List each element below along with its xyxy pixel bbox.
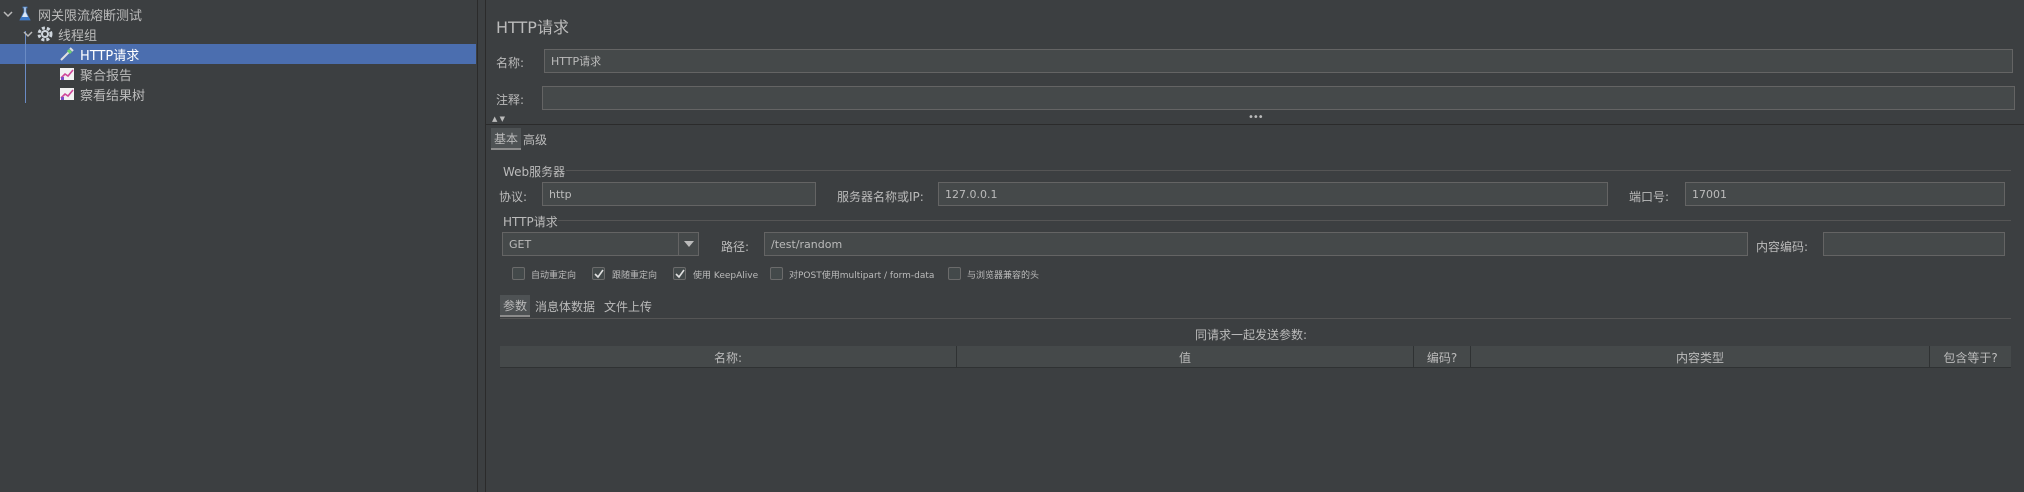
name-field-value: HTTP请求	[551, 55, 602, 68]
follow-redirect-checkbox[interactable]	[592, 267, 605, 280]
chart-icon	[58, 85, 76, 103]
gear-icon	[36, 25, 54, 43]
chevron-down-icon[interactable]	[20, 24, 36, 44]
tab-parameters[interactable]: 参数	[500, 295, 531, 317]
auto-redirect-label: 自动重定向	[531, 271, 577, 281]
method-select[interactable]: GET	[502, 232, 699, 256]
column-header-name[interactable]: 名称:	[500, 346, 957, 368]
checkmark-icon	[674, 269, 685, 278]
collapse-arrows-icon[interactable]: ▲ ▼	[492, 115, 505, 123]
http-request-group-title: HTTP请求	[503, 215, 558, 229]
column-header-include-equals[interactable]: 包含等于?	[1930, 346, 2011, 368]
keepalive-label: 使用 KeepAlive	[693, 271, 759, 281]
tab-advanced[interactable]: 高级	[520, 128, 550, 150]
protocol-field[interactable]: http	[542, 182, 816, 206]
tree-item-label: HTTP请求	[80, 48, 140, 64]
tree-item-results-tree[interactable]: 察看结果树	[58, 84, 145, 104]
tree-item-thread-group[interactable]: 线程组	[20, 24, 97, 44]
tree-item-label: 网关限流熔断测试	[38, 8, 143, 24]
server-field[interactable]: 127.0.0.1	[938, 182, 1608, 206]
encoding-label: 内容编码:	[1756, 240, 1809, 254]
name-field[interactable]: HTTP请求	[544, 49, 2013, 73]
name-label: 名称:	[496, 56, 525, 70]
comment-field[interactable]	[542, 86, 2015, 110]
comment-label: 注释:	[496, 93, 525, 107]
params-caption: 同请求一起发送参数:	[1195, 328, 1308, 342]
path-field[interactable]: /test/random	[764, 232, 1748, 256]
tree-item-aggregate-report[interactable]: 聚合报告	[58, 64, 132, 84]
tree-item-http-request[interactable]: HTTP请求	[58, 44, 139, 64]
tab-underline	[500, 318, 2011, 319]
dropdown-arrow-icon[interactable]	[678, 233, 698, 255]
group-border	[566, 170, 2011, 171]
server-label: 服务器名称或IP:	[837, 190, 924, 204]
encoding-field[interactable]	[1823, 232, 2005, 256]
browser-headers-label: 与浏览器兼容的头	[967, 271, 1040, 281]
tree-item-label: 聚合报告	[80, 68, 133, 84]
flask-icon	[16, 5, 34, 23]
tree-item-label: 线程组	[58, 28, 98, 44]
section-divider	[486, 124, 2024, 125]
follow-redirect-label: 跟随重定向	[612, 271, 658, 281]
group-border	[558, 220, 2011, 221]
panel-splitter[interactable]	[478, 0, 486, 492]
port-field[interactable]: 17001	[1685, 182, 2005, 206]
browser-headers-checkbox[interactable]	[948, 267, 961, 280]
tab-basic[interactable]: 基本	[491, 128, 522, 150]
params-table-body[interactable]	[500, 368, 2011, 488]
keepalive-checkbox[interactable]	[673, 267, 686, 280]
drag-handle-icon[interactable]: •••	[1248, 112, 1264, 123]
column-header-encode[interactable]: 编码?	[1414, 346, 1471, 368]
port-label: 端口号:	[1629, 190, 1670, 204]
test-plan-tree: 网关限流熔断测试 线程组 HTTP请求 聚合报告 察看结果树	[0, 0, 478, 492]
auto-redirect-checkbox[interactable]	[512, 267, 525, 280]
chevron-down-icon[interactable]	[0, 4, 16, 24]
multipart-label: 对POST使用multipart / form-data	[789, 271, 935, 281]
chart-icon	[58, 65, 76, 83]
tree-item-label: 察看结果树	[80, 88, 146, 104]
web-server-group-title: Web服务器	[503, 165, 566, 179]
protocol-label: 协议:	[499, 190, 528, 204]
column-header-value[interactable]: 值	[957, 346, 1414, 368]
multipart-checkbox[interactable]	[770, 267, 783, 280]
pipette-icon	[58, 45, 76, 63]
tab-body-data[interactable]: 消息体数据	[532, 295, 598, 317]
tree-item-test-plan[interactable]: 网关限流熔断测试	[0, 4, 142, 24]
page-title: HTTP请求	[496, 18, 569, 37]
checkmark-icon	[593, 269, 604, 278]
http-request-panel: HTTP请求 名称: HTTP请求 注释: ▲ ▼ ••• 基本 高级 Web服…	[486, 0, 2024, 492]
params-table-header: 名称: 值 编码? 内容类型 包含等于?	[500, 346, 2011, 368]
column-header-content-type[interactable]: 内容类型	[1471, 346, 1930, 368]
tab-files-upload[interactable]: 文件上传	[601, 295, 655, 317]
path-label: 路径:	[721, 240, 750, 254]
